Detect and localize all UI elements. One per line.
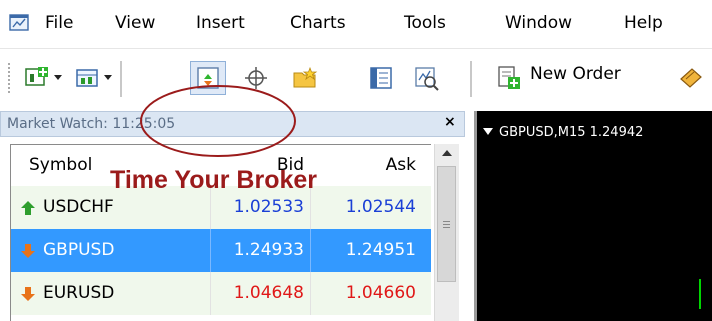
toolbar-separator <box>120 61 123 97</box>
symbol-cell: USDCHF <box>43 197 114 217</box>
chart-menu-arrow-icon[interactable] <box>483 128 493 136</box>
terminal-icon[interactable] <box>368 65 394 91</box>
candle-mark <box>699 279 701 309</box>
strategy-tester-icon[interactable] <box>414 65 440 91</box>
column-header-symbol[interactable]: Symbol <box>29 145 92 185</box>
menu-bar: File View Insert Charts Tools Window Hel… <box>0 0 712 48</box>
chart-title: GBPUSD,M15 1.24942 <box>499 125 644 140</box>
new-chart-dropdown-icon[interactable] <box>54 75 62 80</box>
column-divider <box>310 229 311 272</box>
table-row-selected[interactable]: GBPUSD 1.24933 1.24951 <box>11 229 431 272</box>
scroll-up-icon[interactable] <box>442 150 452 156</box>
ask-cell: 1.02544 <box>345 197 416 217</box>
expert-advisors-icon[interactable] <box>678 65 704 91</box>
grip-line <box>443 224 450 225</box>
app-icon <box>9 14 29 31</box>
new-order-button[interactable]: New Order <box>530 64 621 84</box>
column-header-ask[interactable]: Ask <box>331 145 416 185</box>
column-divider <box>210 229 211 272</box>
bid-cell: 1.24933 <box>233 240 304 260</box>
menu-charts[interactable]: Charts <box>290 13 346 33</box>
scroll-thumb[interactable] <box>437 166 456 282</box>
menu-view[interactable]: View <box>115 13 155 33</box>
grip-line <box>443 221 450 222</box>
bid-cell: 1.04648 <box>233 283 304 303</box>
close-icon[interactable]: × <box>444 114 456 130</box>
ask-cell: 1.04660 <box>345 283 416 303</box>
down-arrow-icon <box>21 244 35 258</box>
toolbar-grip[interactable] <box>8 63 13 93</box>
grip-line <box>443 227 450 228</box>
symbol-cell: EURUSD <box>43 283 115 303</box>
toolbar: New Order <box>0 48 712 111</box>
new-chart-icon[interactable] <box>24 65 50 91</box>
profiles-icon[interactable] <box>74 65 100 91</box>
table-row[interactable]: EURUSD 1.04648 1.04660 <box>11 272 431 315</box>
menu-window[interactable]: Window <box>505 13 572 33</box>
menu-insert[interactable]: Insert <box>196 13 245 33</box>
ask-cell: 1.24951 <box>345 240 416 260</box>
symbol-cell: GBPUSD <box>43 240 115 260</box>
down-arrow-icon <box>21 287 35 301</box>
up-arrow-icon <box>21 201 35 215</box>
toolbar-separator <box>470 61 473 97</box>
menu-file[interactable]: File <box>45 13 73 33</box>
chart-window[interactable]: GBPUSD,M15 1.24942 <box>474 111 712 321</box>
column-divider <box>310 272 311 315</box>
watermark-text: Time Your Broker <box>110 166 318 194</box>
menu-help[interactable]: Help <box>624 13 663 33</box>
annotation-ellipse <box>140 85 296 157</box>
new-order-icon <box>498 66 520 89</box>
profiles-dropdown-icon[interactable] <box>104 75 112 80</box>
column-divider <box>210 272 211 315</box>
menu-tools[interactable]: Tools <box>404 13 446 33</box>
market-watch-scrollbar[interactable] <box>434 144 459 321</box>
